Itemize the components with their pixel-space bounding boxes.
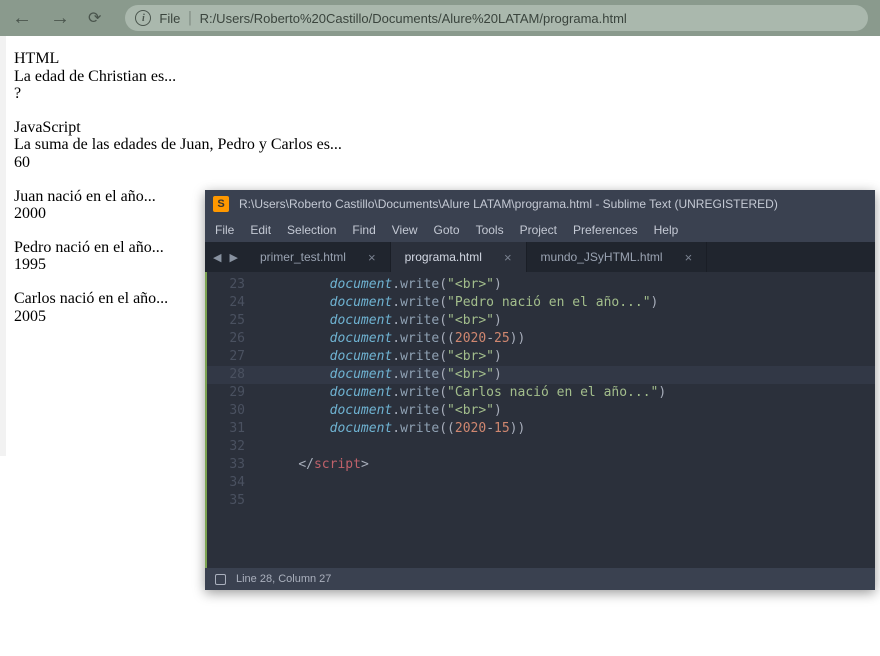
code-area[interactable]: document.write("<br>") document.write("P… xyxy=(255,272,875,568)
close-icon[interactable]: × xyxy=(685,250,693,265)
tab-label: primer_test.html xyxy=(260,250,346,264)
tab-mundo_JSyHTML-html[interactable]: mundo_JSyHTML.html × xyxy=(527,242,708,272)
menu-item-preferences[interactable]: Preferences xyxy=(573,223,638,237)
page-text: HTML xyxy=(14,50,866,68)
sublime-title: R:\Users\Roberto Castillo\Documents\Alur… xyxy=(239,197,778,211)
page-scrollbar[interactable] xyxy=(0,36,6,456)
sublime-logo-icon: S xyxy=(213,196,229,212)
tab-programa-html[interactable]: programa.html × xyxy=(391,242,527,272)
page-text: 60 xyxy=(14,154,866,172)
forward-button[interactable]: → xyxy=(50,7,70,30)
back-button[interactable]: ← xyxy=(12,7,32,30)
close-icon[interactable]: × xyxy=(368,250,376,265)
status-text: Line 28, Column 27 xyxy=(236,573,331,585)
address-bar[interactable]: i File | R:/Users/Roberto%20Castillo/Doc… xyxy=(125,5,868,31)
line-gutter: 23242526272829303132333435 xyxy=(205,272,255,568)
menu-item-edit[interactable]: Edit xyxy=(250,223,271,237)
menu-item-goto[interactable]: Goto xyxy=(434,223,460,237)
page-text: JavaScript xyxy=(14,119,866,137)
panel-toggle-icon[interactable] xyxy=(215,574,226,585)
menu-item-tools[interactable]: Tools xyxy=(476,223,504,237)
close-icon[interactable]: × xyxy=(504,250,512,265)
tab-primer_test-html[interactable]: primer_test.html × xyxy=(246,242,391,272)
menu-item-file[interactable]: File xyxy=(215,223,234,237)
menu-item-selection[interactable]: Selection xyxy=(287,223,336,237)
sublime-titlebar[interactable]: S R:\Users\Roberto Castillo\Documents\Al… xyxy=(205,190,875,218)
info-icon[interactable]: i xyxy=(135,10,151,26)
sublime-menu: File Edit Selection Find View Goto Tools Projec… xyxy=(205,218,875,242)
tab-next-icon[interactable]: ▶ xyxy=(229,251,237,264)
menu-item-project[interactable]: Project xyxy=(520,223,557,237)
reload-button[interactable]: ⟳ xyxy=(88,8,101,28)
menu-item-view[interactable]: View xyxy=(392,223,418,237)
sublime-window: S R:\Users\Roberto Castillo\Documents\Al… xyxy=(205,190,875,590)
menu-item-find[interactable]: Find xyxy=(352,223,375,237)
sublime-statusbar: Line 28, Column 27 xyxy=(205,568,875,590)
tab-label: mundo_JSyHTML.html xyxy=(541,250,663,264)
tab-prev-icon[interactable]: ◀ xyxy=(213,251,221,264)
sublime-tab-nav[interactable]: ◀ ▶ xyxy=(205,242,246,272)
url-text: R:/Users/Roberto%20Castillo/Documents/Al… xyxy=(200,11,627,26)
page-text: La suma de las edades de Juan, Pedro y C… xyxy=(14,136,866,154)
browser-toolbar: ← → ⟳ i File | R:/Users/Roberto%20Castil… xyxy=(0,0,880,36)
tab-label: programa.html xyxy=(405,250,482,264)
menu-item-help[interactable]: Help xyxy=(654,223,679,237)
sublime-editor[interactable]: 23242526272829303132333435 document.writ… xyxy=(205,272,875,568)
url-scheme: File xyxy=(159,11,180,26)
sublime-tabrow: ◀ ▶ primer_test.html×programa.html×mundo… xyxy=(205,242,875,272)
page-text: La edad de Christian es... xyxy=(14,68,866,86)
page-text: ? xyxy=(14,85,866,103)
